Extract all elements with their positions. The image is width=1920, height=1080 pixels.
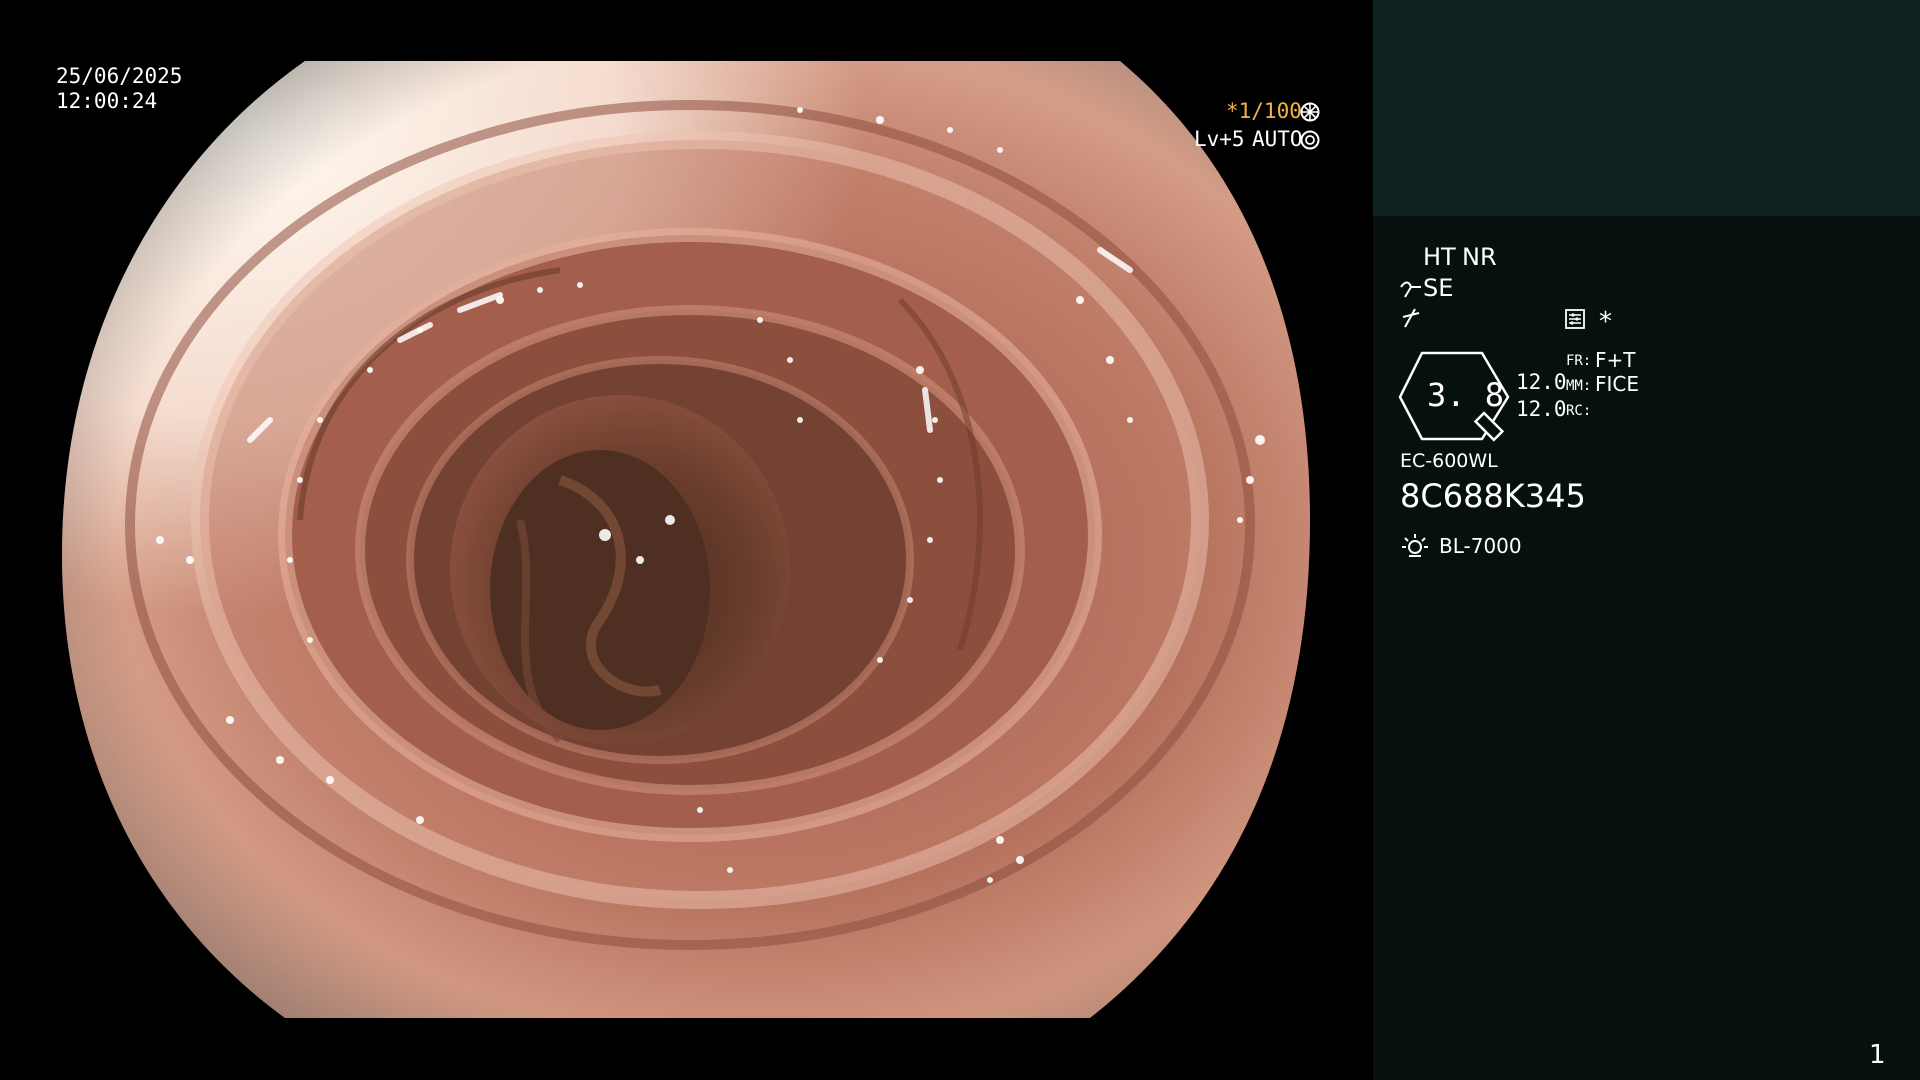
nr-label: NR	[1462, 243, 1497, 271]
asterisk-indicator: *	[1599, 307, 1612, 337]
light-source: BL-7000	[1439, 534, 1522, 558]
iris-icon	[1299, 129, 1321, 151]
date-readout: 25/06/2025	[56, 64, 183, 88]
value-readout-2: 12.0	[1516, 397, 1567, 421]
info-panel-header	[1373, 0, 1920, 216]
value-readout-1: 12.0	[1516, 370, 1567, 394]
settings-icon	[1564, 308, 1586, 330]
info-panel: HT NR SE * 3. 8 12.0 12.0 FR: F+T MM: FI…	[1373, 0, 1920, 1080]
serial-number: 8C688K345	[1400, 477, 1586, 515]
page-number: 1	[1869, 1040, 1886, 1070]
ht-label: HT	[1423, 243, 1456, 271]
flat-icon	[1401, 307, 1421, 329]
shutter-icon	[1299, 101, 1321, 123]
rc-key: RC:	[1566, 403, 1592, 419]
endoscope-view: 25/06/2025 12:00:24 *1/100 Lv+5 AUTO	[0, 0, 1373, 1080]
brightness-level: Lv+5	[1194, 127, 1245, 151]
shutter-speed: *1/100	[1226, 99, 1302, 123]
zoom-value: 3. 8	[1427, 376, 1505, 414]
mm-key: MM:	[1566, 378, 1592, 394]
scope-model: EC-600WL	[1400, 450, 1498, 472]
curve-icon	[1399, 279, 1423, 299]
fr-value: F+T	[1595, 348, 1636, 372]
time-readout: 12:00:24	[56, 89, 158, 113]
fr-key: FR:	[1566, 353, 1592, 369]
light-icon	[1401, 532, 1429, 560]
endoscope-image	[62, 61, 1310, 1018]
se-label: SE	[1423, 274, 1454, 302]
mm-value: FICE	[1595, 372, 1640, 396]
iris-mode: AUTO	[1252, 127, 1303, 151]
